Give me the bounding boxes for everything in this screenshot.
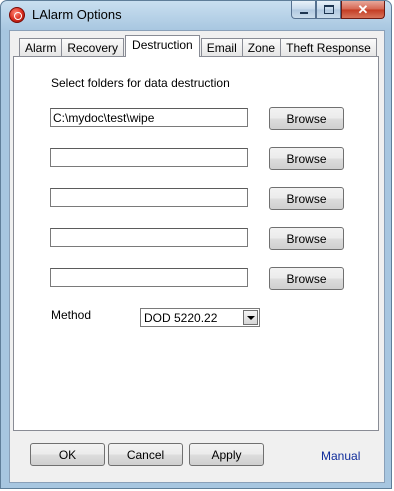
folder-input-2[interactable] bbox=[50, 148, 248, 167]
tab-destruction[interactable]: Destruction bbox=[125, 35, 200, 57]
tab-strip: Alarm Recovery Destruction Email Zone Th… bbox=[19, 35, 377, 57]
browse-button-1[interactable]: Browse bbox=[269, 107, 344, 130]
folder-input-3[interactable] bbox=[50, 188, 248, 207]
destruction-panel: Select folders for data destruction Brow… bbox=[13, 56, 379, 431]
ok-button[interactable]: OK bbox=[30, 443, 105, 466]
caption-buttons: ✕ bbox=[291, 1, 385, 20]
minimize-button[interactable] bbox=[291, 1, 316, 19]
title-bar[interactable]: LAlarm Options ✕ bbox=[1, 1, 391, 29]
lalarm-icon bbox=[9, 7, 25, 23]
folder-input-1[interactable] bbox=[50, 108, 248, 127]
folder-input-5[interactable] bbox=[50, 268, 248, 287]
close-icon: ✕ bbox=[357, 1, 369, 17]
method-select[interactable]: DOD 5220.22 bbox=[140, 308, 260, 327]
tab-email[interactable]: Email bbox=[200, 38, 243, 57]
close-button[interactable]: ✕ bbox=[341, 1, 385, 19]
window-title: LAlarm Options bbox=[32, 7, 122, 22]
folder-input-4[interactable] bbox=[50, 228, 248, 247]
manual-link[interactable]: Manual bbox=[321, 449, 360, 463]
dialog-client-area: Alarm Recovery Destruction Email Zone Th… bbox=[9, 30, 385, 483]
browse-button-4[interactable]: Browse bbox=[269, 227, 344, 250]
tab-zone[interactable]: Zone bbox=[241, 38, 282, 57]
tab-recovery[interactable]: Recovery bbox=[61, 38, 125, 57]
options-window: LAlarm Options ✕ Alarm Recovery Destruct… bbox=[0, 0, 392, 489]
maximize-icon bbox=[323, 5, 334, 14]
minimize-icon bbox=[299, 11, 308, 14]
maximize-button[interactable] bbox=[316, 1, 341, 19]
chevron-down-icon bbox=[246, 315, 255, 320]
browse-button-5[interactable]: Browse bbox=[269, 267, 344, 290]
method-value: DOD 5220.22 bbox=[144, 311, 218, 325]
tab-alarm[interactable]: Alarm bbox=[19, 38, 63, 57]
cancel-button[interactable]: Cancel bbox=[108, 443, 183, 466]
browse-button-2[interactable]: Browse bbox=[269, 147, 344, 170]
tab-theft-response[interactable]: Theft Response bbox=[280, 38, 377, 57]
apply-button[interactable]: Apply bbox=[189, 443, 264, 466]
destruction-heading: Select folders for data destruction bbox=[51, 76, 230, 90]
dropdown-button[interactable] bbox=[243, 310, 258, 325]
method-label: Method bbox=[51, 308, 92, 322]
browse-button-3[interactable]: Browse bbox=[269, 187, 344, 210]
